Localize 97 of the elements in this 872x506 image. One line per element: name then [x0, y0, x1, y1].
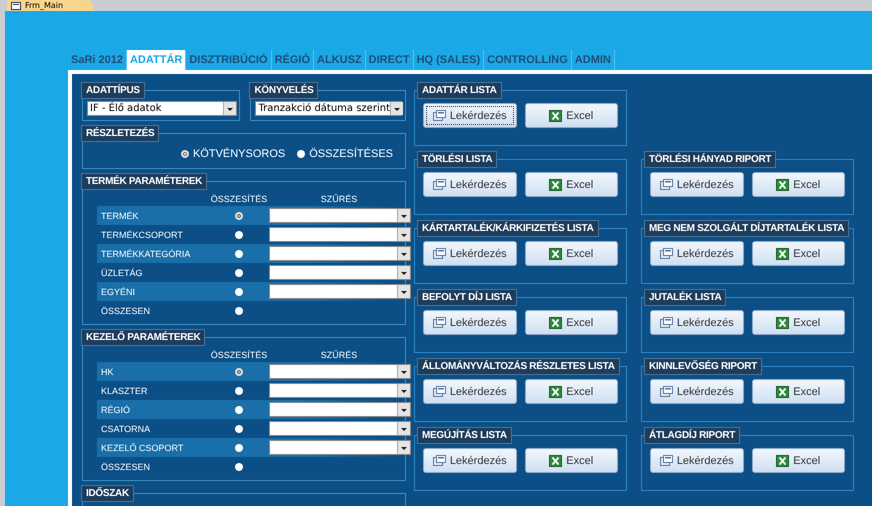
group-title: JUTALÉK LISTA — [644, 289, 726, 306]
spreadsheet-icon — [549, 110, 562, 122]
excel-button[interactable]: Excel — [752, 448, 845, 473]
parameter-label: CSATORNA — [100, 424, 152, 434]
group-title: ÁTLAGDÍJ RIPORT — [644, 427, 740, 444]
radio-button[interactable] — [235, 424, 243, 432]
spreadsheet-icon — [776, 316, 790, 328]
document-tab[interactable]: Frm_Main — [7, 0, 94, 11]
query-button[interactable]: Lekérdezés — [423, 448, 516, 473]
radio-button[interactable] — [235, 306, 243, 314]
group-title: IDŐSZAK — [81, 485, 134, 502]
group-title: KÁRTARTALÉK/KÁRKIFIZETÉS LISTA — [417, 220, 599, 237]
excel-button[interactable]: Excel — [752, 310, 845, 335]
excel-button[interactable]: Excel — [524, 172, 618, 197]
column-header: ÖSSZESÍTÉS — [210, 194, 268, 204]
query-button[interactable]: Lekérdezés — [650, 172, 744, 197]
column-header: SZŰRÉS — [320, 350, 358, 360]
group-title: KINNLEVŐSÉG RIPORT — [644, 358, 762, 375]
group-title: RÉSZLETEZÉS — [81, 125, 160, 142]
parameter-label: HK — [100, 366, 115, 376]
group-title: BEFOLYT DÍJ LISTA — [417, 289, 517, 306]
excel-button[interactable]: Excel — [524, 379, 618, 404]
group-title: KEZELŐ PARAMÉTEREK — [81, 329, 206, 346]
query-button[interactable]: Lekérdezés — [650, 241, 744, 266]
form-icon — [660, 178, 673, 190]
parameter-label: ÖSSZESEN — [100, 306, 152, 316]
radio-button[interactable] — [235, 444, 243, 452]
spreadsheet-icon — [776, 178, 790, 190]
query-button[interactable]: Lekérdezés — [650, 379, 744, 404]
excel-button[interactable]: Excel — [524, 310, 618, 335]
group-title: TÖRLÉSI HÁNYAD RIPORT — [644, 151, 776, 168]
group-title: ADATTÍPUS — [81, 82, 145, 99]
radio-option[interactable]: KÖTVÉNYSOROS — [180, 148, 286, 160]
excel-button[interactable]: Excel — [752, 172, 845, 197]
parameter-label: RÉGIÓ — [100, 404, 132, 414]
form-icon — [660, 454, 673, 466]
group-title: TERMÉK PARAMÉTEREK — [81, 173, 208, 190]
group-title: ÁLLOMÁNYVÁLTOZÁS RÉSZLETES LISTA — [417, 358, 620, 375]
excel-button[interactable]: Excel — [524, 448, 618, 473]
form-icon — [432, 454, 446, 466]
radio-button[interactable] — [235, 212, 243, 220]
radio-button[interactable] — [235, 462, 243, 470]
booking-dropdown[interactable]: Tranzakció dátuma szerint — [255, 101, 402, 116]
query-button[interactable]: Lekérdezés — [423, 241, 516, 266]
radio-button[interactable] — [235, 386, 243, 394]
spreadsheet-icon — [776, 386, 790, 398]
excel-button[interactable]: Excel — [752, 241, 845, 266]
spreadsheet-icon — [549, 316, 562, 328]
radio-option[interactable]: ÖSSZESÍTÉSES — [297, 148, 393, 160]
form-icon — [432, 316, 446, 328]
spreadsheet-icon — [776, 454, 790, 466]
radio-button[interactable] — [235, 268, 243, 276]
query-button[interactable]: Lekérdezés — [650, 310, 744, 335]
radio-button[interactable] — [235, 288, 243, 296]
radio-button[interactable] — [235, 230, 243, 238]
form-icon — [432, 110, 446, 122]
spreadsheet-icon — [549, 178, 562, 190]
radio-button[interactable] — [235, 250, 243, 258]
parameter-label: TERMÉKKATEGÓRIA — [100, 248, 192, 258]
spreadsheet-icon — [776, 248, 790, 260]
parameter-label: KEZELŐ CSOPORT — [100, 442, 184, 452]
query-button[interactable]: Lekérdezés — [423, 379, 516, 404]
query-button[interactable]: Lekérdezés — [650, 448, 744, 473]
column-header: ÖSSZESÍTÉS — [210, 350, 268, 360]
parameter-label: TERMÉK — [100, 210, 140, 220]
spreadsheet-icon — [549, 454, 562, 466]
excel-button[interactable]: Excel — [524, 103, 618, 128]
form-icon — [660, 386, 673, 398]
data-type-dropdown[interactable]: IF - Élő adatok — [87, 101, 237, 116]
form-icon — [432, 248, 446, 260]
radio-button[interactable] — [235, 406, 243, 414]
group-title: TÖRLÉSI LISTA — [417, 151, 498, 168]
group-title: ADATTÁR LISTA — [417, 82, 502, 99]
radio-button[interactable] — [180, 150, 189, 158]
form-icon — [660, 316, 673, 328]
form-icon — [660, 248, 673, 260]
radio-button[interactable] — [235, 368, 243, 376]
parameter-label: EGYÉNI — [100, 286, 136, 296]
form-icon — [11, 2, 21, 10]
query-button[interactable]: Lekérdezés — [423, 172, 516, 197]
form-icon — [432, 178, 446, 190]
parameter-label: ÖSSZESEN — [100, 462, 152, 472]
column-header: SZŰRÉS — [320, 194, 358, 204]
spreadsheet-icon — [549, 386, 562, 398]
excel-button[interactable]: Excel — [524, 241, 618, 266]
query-button[interactable]: Lekérdezés — [423, 103, 516, 128]
group-title: MEGÚJÍTÁS LISTA — [417, 427, 512, 444]
group-title: KÖNYVELÉS — [249, 82, 318, 99]
excel-button[interactable]: Excel — [752, 379, 845, 404]
query-button[interactable]: Lekérdezés — [423, 310, 516, 335]
form-icon — [432, 386, 446, 398]
parameter-label: ÜZLETÁG — [100, 268, 144, 278]
group-title: MEG NEM SZOLGÁLT DÍJTARTALÉK LISTA — [644, 220, 850, 237]
parameter-label: TERMÉKCSOPORT — [100, 230, 184, 240]
radio-button[interactable] — [297, 150, 306, 158]
parameter-label: KLASZTER — [100, 386, 149, 396]
spreadsheet-icon — [549, 248, 562, 260]
